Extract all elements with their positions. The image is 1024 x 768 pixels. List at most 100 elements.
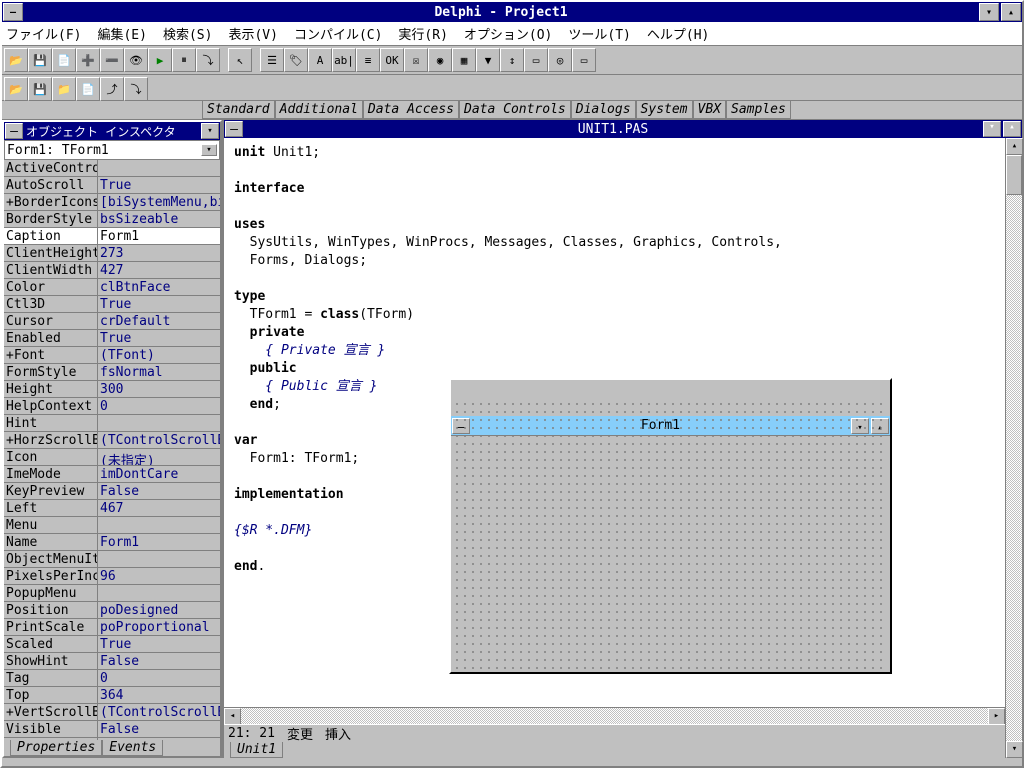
speedbar-5[interactable]: ⤴ (100, 77, 124, 101)
prop-row[interactable]: HelpContext0 (4, 398, 220, 415)
prop-row[interactable]: +Font(TFont) (4, 347, 220, 364)
prop-value[interactable]: (TControlScrollBar (98, 432, 220, 448)
prop-row[interactable]: Tag0 (4, 670, 220, 687)
minimize-button[interactable]: ▾ (979, 3, 999, 21)
prop-row[interactable]: ImeModeimDontCare (4, 466, 220, 483)
comp-radio[interactable]: ◉ (428, 48, 452, 72)
prop-value[interactable] (98, 160, 220, 176)
new-button[interactable]: 📄 (52, 48, 76, 72)
tab-vbx[interactable]: VBX (693, 101, 726, 119)
comp-menu[interactable]: ☰ (260, 48, 284, 72)
menu-search[interactable]: 検索(S) (163, 24, 212, 43)
scroll-thumb[interactable] (1006, 155, 1022, 195)
prop-row[interactable]: ShowHintFalse (4, 653, 220, 670)
prop-value[interactable]: Form1 (98, 534, 220, 550)
comp-panel[interactable]: ▭ (572, 48, 596, 72)
tab-dialogs[interactable]: Dialogs (571, 101, 636, 119)
prop-row[interactable]: ColorclBtnFace (4, 279, 220, 296)
prop-value[interactable]: 0 (98, 670, 220, 686)
prop-row[interactable]: ObjectMenuItem (4, 551, 220, 568)
menu-tools[interactable]: ツール(T) (568, 24, 630, 43)
comp-edit[interactable]: ab| (332, 48, 356, 72)
prop-row[interactable]: PositionpoDesigned (4, 602, 220, 619)
prop-value[interactable] (98, 585, 220, 601)
menu-file[interactable]: ファイル(F) (6, 24, 81, 43)
prop-value[interactable] (98, 415, 220, 431)
comp-scroll[interactable]: ↕ (500, 48, 524, 72)
prop-value[interactable]: 427 (98, 262, 220, 278)
comp-listbox[interactable]: ▦ (452, 48, 476, 72)
prop-row[interactable]: Ctl3DTrue (4, 296, 220, 313)
inspector-combo[interactable]: Form1: TForm1 ▾ (4, 140, 220, 160)
tab-standard[interactable]: Standard (202, 101, 275, 119)
editor-max-button[interactable]: ▴ (1003, 121, 1021, 137)
prop-value[interactable]: (TFont) (98, 347, 220, 363)
editor-tab-unit1[interactable]: Unit1 (230, 742, 283, 758)
inspector-down-icon[interactable]: ▾ (201, 123, 219, 139)
prop-row[interactable]: BorderStylebsSizeable (4, 211, 220, 228)
step-button[interactable]: ⤵ (196, 48, 220, 72)
prop-value[interactable]: 96 (98, 568, 220, 584)
prop-row[interactable]: FormStylefsNormal (4, 364, 220, 381)
menu-options[interactable]: オプション(O) (464, 24, 552, 43)
editor-min-button[interactable]: ▾ (983, 121, 1001, 137)
menu-compile[interactable]: コンパイル(C) (294, 24, 382, 43)
run-button[interactable]: ▶ (148, 48, 172, 72)
speedbar-3[interactable]: 📁 (52, 77, 76, 101)
prop-row[interactable]: PopupMenu (4, 585, 220, 602)
tab-properties[interactable]: Properties (10, 740, 102, 756)
speedbar-1[interactable]: 📂 (4, 77, 28, 101)
editor-sysmenu-icon[interactable]: — (225, 121, 243, 137)
menu-edit[interactable]: 編集(E) (97, 24, 146, 43)
pointer-button[interactable]: ↖ (228, 48, 252, 72)
code-text[interactable]: unit Unit1; interface uses SysUtils, Win… (224, 138, 1005, 707)
prop-value[interactable]: imDontCare (98, 466, 220, 482)
prop-row[interactable]: +VertScrollBar(TControlScrollBar (4, 704, 220, 721)
scroll-right-icon[interactable]: ▸ (988, 708, 1005, 725)
add-button[interactable]: ➕ (76, 48, 100, 72)
menu-run[interactable]: 実行(R) (398, 24, 447, 43)
comp-checkbox[interactable]: ☒ (404, 48, 428, 72)
prop-row[interactable]: Hint (4, 415, 220, 432)
prop-value[interactable]: True (98, 636, 220, 652)
prop-value[interactable]: 300 (98, 381, 220, 397)
tab-events[interactable]: Events (102, 740, 163, 756)
comp-group[interactable]: ▭ (524, 48, 548, 72)
prop-row[interactable]: KeyPreviewFalse (4, 483, 220, 500)
prop-value[interactable]: clBtnFace (98, 279, 220, 295)
prop-row[interactable]: Height300 (4, 381, 220, 398)
form-grid[interactable] (453, 400, 888, 670)
prop-value[interactable]: bsSizeable (98, 211, 220, 227)
tab-system[interactable]: System (636, 101, 693, 119)
prop-row[interactable]: Icon(未指定) (4, 449, 220, 466)
comp-combo[interactable]: ▼ (476, 48, 500, 72)
scroll-down-icon[interactable]: ▾ (1006, 741, 1023, 758)
prop-row[interactable]: CaptionForm1 (4, 228, 220, 245)
form-designer[interactable]: — Form1 ▾ ▴ (449, 378, 892, 674)
save-button[interactable]: 💾 (28, 48, 52, 72)
prop-row[interactable]: PixelsPerInch96 (4, 568, 220, 585)
prop-value[interactable]: poProportional (98, 619, 220, 635)
speedbar-2[interactable]: 💾 (28, 77, 52, 101)
prop-value[interactable]: False (98, 653, 220, 669)
prop-value[interactable]: False (98, 483, 220, 499)
prop-value[interactable]: [biSystemMenu,biMin (98, 194, 220, 210)
prop-value[interactable]: True (98, 330, 220, 346)
tab-data-access[interactable]: Data Access (363, 101, 459, 119)
inspector-sysmenu-icon[interactable]: — (5, 123, 23, 139)
menu-help[interactable]: ヘルプ(H) (647, 24, 709, 43)
prop-row[interactable]: ClientHeight273 (4, 245, 220, 262)
prop-row[interactable]: NameForm1 (4, 534, 220, 551)
speedbar-4[interactable]: 📄 (76, 77, 100, 101)
prop-row[interactable]: PrintScalepoProportional (4, 619, 220, 636)
prop-value[interactable]: poDesigned (98, 602, 220, 618)
comp-text[interactable]: A (308, 48, 332, 72)
prop-value[interactable]: Form1 (98, 228, 220, 244)
prop-row[interactable]: Menu (4, 517, 220, 534)
prop-value[interactable]: 467 (98, 500, 220, 516)
prop-row[interactable]: ScaledTrue (4, 636, 220, 653)
prop-value[interactable]: True (98, 177, 220, 193)
prop-value[interactable]: fsNormal (98, 364, 220, 380)
tab-additional[interactable]: Additional (275, 101, 363, 119)
remove-button[interactable]: ➖ (100, 48, 124, 72)
